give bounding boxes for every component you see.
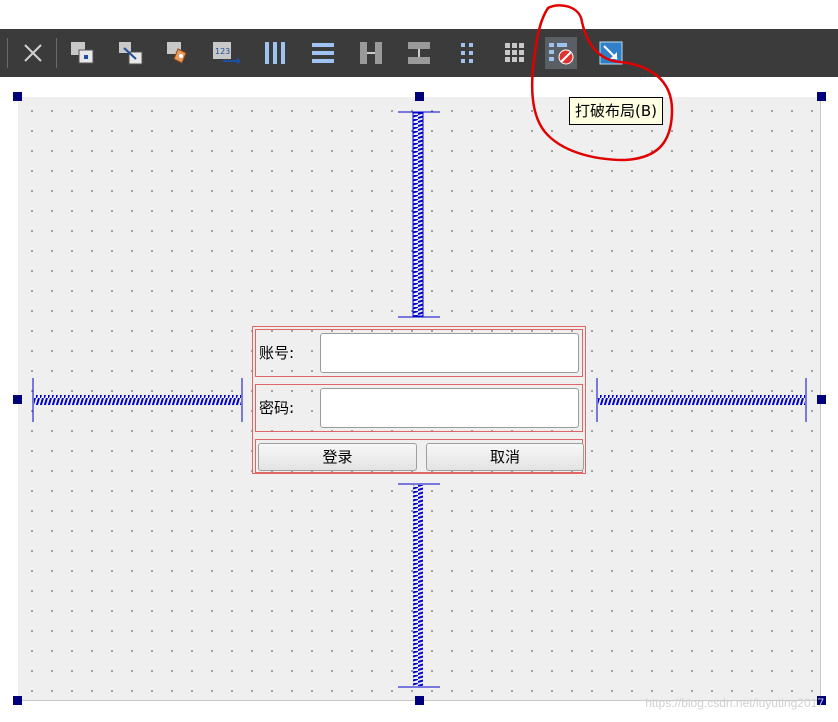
- break-layout-icon: [549, 43, 574, 65]
- form-editor-toolbar: 123: [0, 29, 838, 77]
- edit-buddies-icon: [167, 42, 187, 64]
- account-label: 账号:: [259, 344, 295, 362]
- layout-grid-button[interactable]: [499, 37, 531, 69]
- svg-text:123: 123: [215, 47, 230, 56]
- edit-tab-order-button[interactable]: 123: [210, 37, 242, 69]
- edit-signals-slots-button[interactable]: [114, 37, 146, 69]
- resize-handle[interactable]: [13, 92, 22, 101]
- horizontal-spacer-left[interactable]: [32, 378, 244, 422]
- layout-form-button[interactable]: [451, 37, 483, 69]
- break-layout-button[interactable]: [545, 37, 577, 69]
- adjust-size-icon: [599, 41, 623, 65]
- layout-vertical-button[interactable]: [307, 37, 339, 69]
- toolbar-separator: [7, 38, 8, 68]
- resize-handle[interactable]: [13, 696, 22, 705]
- layout-grid-icon: [505, 43, 524, 62]
- watermark: https://blog.csdn.net/luyuting2017: [645, 696, 824, 710]
- edit-signals-slots-icon: [119, 42, 143, 65]
- layout-horizontal-splitter-button[interactable]: [355, 37, 387, 69]
- layout-form-icon: [461, 43, 473, 63]
- edit-buddies-button[interactable]: [162, 37, 194, 69]
- close-icon: [24, 44, 42, 62]
- cancel-button[interactable]: 取消: [426, 443, 584, 471]
- edit-widgets-icon: [71, 42, 94, 64]
- resize-handle[interactable]: [13, 395, 22, 404]
- login-button[interactable]: 登录: [258, 443, 417, 471]
- layout-horizontal-splitter-icon: [360, 42, 382, 64]
- vertical-spacer-bottom[interactable]: [398, 483, 440, 689]
- layout-vertical-icon: [312, 43, 334, 63]
- resize-handle[interactable]: [415, 696, 424, 705]
- button-row-layout[interactable]: 登录 取消: [255, 439, 584, 473]
- edit-tab-order-icon: 123: [213, 42, 241, 65]
- password-label: 密码:: [259, 399, 295, 417]
- break-layout-tooltip: 打破布局(B): [569, 97, 663, 125]
- password-row-layout[interactable]: 密码:: [255, 384, 583, 432]
- account-input[interactable]: [320, 333, 579, 373]
- resize-handle[interactable]: [817, 395, 826, 404]
- edit-widgets-button[interactable]: [66, 37, 98, 69]
- password-input[interactable]: [320, 388, 579, 428]
- resize-handle[interactable]: [817, 92, 826, 101]
- horizontal-spacer-right[interactable]: [596, 378, 808, 422]
- resize-handle[interactable]: [415, 92, 424, 101]
- vertical-spacer-top[interactable]: [398, 111, 440, 319]
- layout-horizontal-button[interactable]: [259, 37, 291, 69]
- layout-vertical-splitter-icon: [408, 42, 430, 64]
- adjust-size-button[interactable]: [595, 37, 627, 69]
- account-row-layout[interactable]: 账号:: [255, 329, 583, 377]
- vertical-layout-group[interactable]: 账号: 密码: 登录 取消: [252, 326, 586, 474]
- close-form-button[interactable]: [17, 37, 49, 69]
- layout-horizontal-icon: [265, 42, 285, 64]
- toolbar-separator: [56, 38, 57, 68]
- layout-vertical-splitter-button[interactable]: [403, 37, 435, 69]
